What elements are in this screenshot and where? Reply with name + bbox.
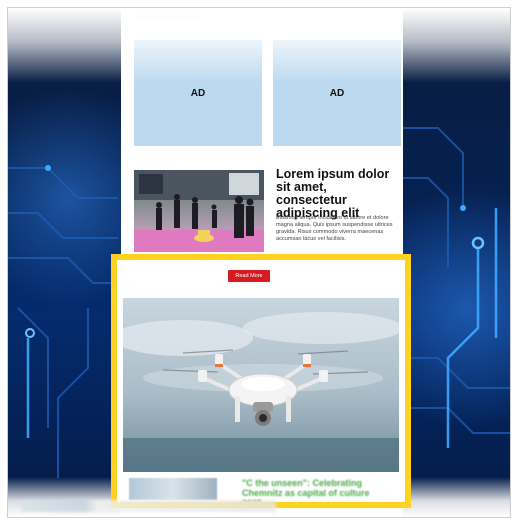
footer-preview-blurred — [21, 500, 276, 512]
article-photo-expo[interactable] — [134, 170, 264, 252]
read-more-button[interactable]: Read More — [228, 270, 270, 282]
ad-placeholder-right[interactable]: AD — [273, 40, 401, 146]
ad-label: AD — [190, 87, 206, 99]
header-accent-strip — [138, 8, 198, 21]
article-excerpt: Eiusmod tempor incididunt ut labore et d… — [276, 215, 393, 242]
screenshot-frame: AD AD Lorem ipsum dolor sit amet, consec… — [7, 7, 511, 518]
next-article-thumbnail[interactable] — [129, 478, 217, 500]
article-title[interactable]: Lorem ipsum dolor sit amet, consectetur … — [276, 168, 401, 220]
ad-placeholder-left[interactable]: AD — [134, 40, 262, 146]
ad-label: AD — [329, 87, 345, 99]
drone-photo[interactable] — [123, 298, 399, 472]
highlighted-article-section: Read More "C the unseen": Celebrating Ch… — [111, 254, 411, 508]
